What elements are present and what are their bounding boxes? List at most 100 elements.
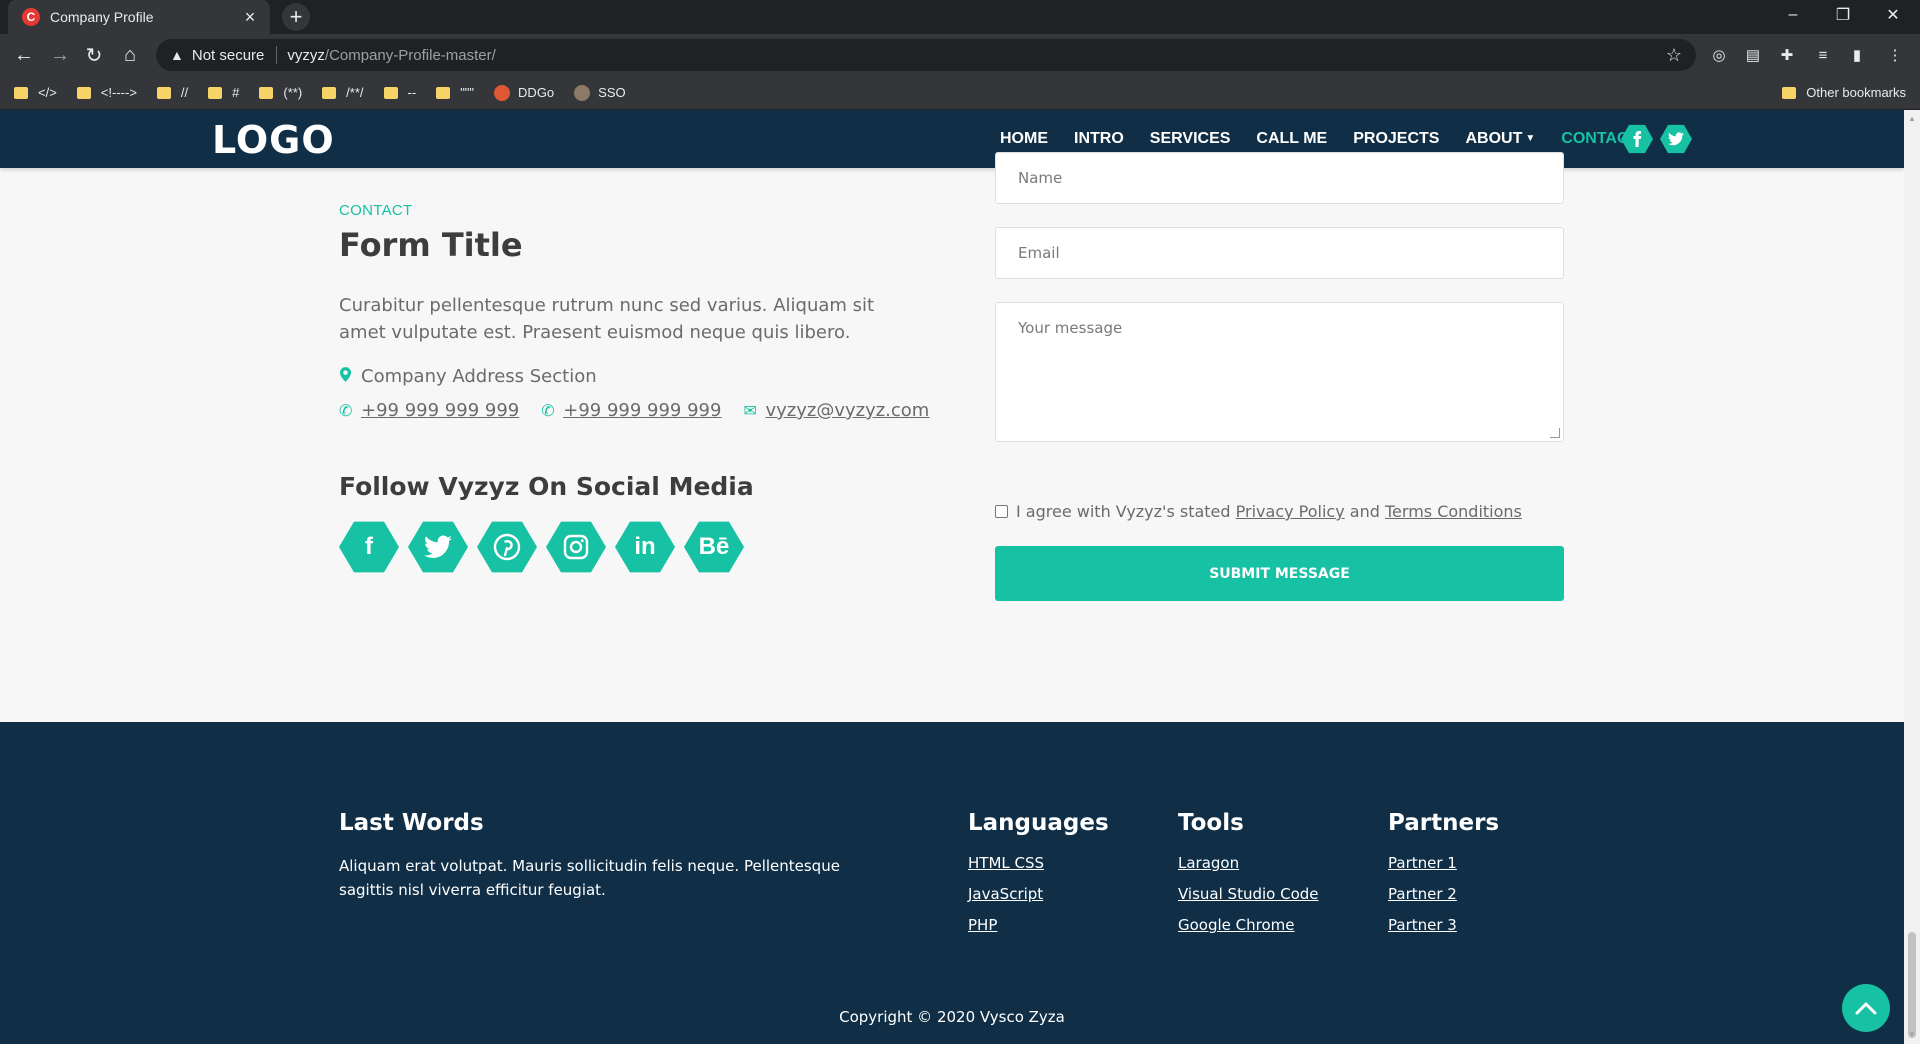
- agree-checkbox[interactable]: [995, 505, 1008, 518]
- phone-link-2[interactable]: +99 999 999 999: [563, 400, 721, 421]
- folder-icon: [208, 86, 223, 99]
- media-control-icon[interactable]: ≡: [1812, 44, 1834, 66]
- form-title: Form Title: [339, 226, 523, 264]
- nav-intro[interactable]: INTRO: [1074, 130, 1124, 148]
- message-placeholder: Your message: [1018, 319, 1123, 337]
- folder-icon: [1782, 86, 1797, 99]
- privacy-policy-link[interactable]: Privacy Policy: [1236, 502, 1345, 521]
- security-label[interactable]: Not secure: [192, 47, 265, 64]
- list-item: Partner 3: [1388, 916, 1457, 947]
- forward-icon[interactable]: →: [46, 41, 74, 69]
- footer-tools-list: Laragon Visual Studio Code Google Chrome: [1178, 854, 1319, 947]
- bookmark-item[interactable]: /**/: [322, 85, 364, 100]
- twitter-icon[interactable]: [408, 521, 468, 573]
- bookmark-item[interactable]: #: [208, 85, 239, 100]
- nav-home[interactable]: HOME: [1000, 130, 1048, 148]
- reload-icon[interactable]: ↻: [80, 41, 108, 69]
- footer-link[interactable]: Laragon: [1178, 854, 1239, 872]
- caret-down-icon: ▼: [1525, 133, 1536, 145]
- footer-link[interactable]: JavaScript: [968, 885, 1043, 903]
- pinterest-icon[interactable]: [477, 521, 537, 573]
- footer-link[interactable]: Partner 1: [1388, 854, 1457, 872]
- list-item: PHP: [968, 916, 1044, 947]
- back-to-top-button[interactable]: [1842, 984, 1890, 1032]
- copyright: Copyright © 2020 Vysco Zyza: [839, 1008, 1065, 1026]
- folder-icon: [436, 86, 451, 99]
- footer-link[interactable]: Partner 2: [1388, 885, 1457, 903]
- bookmark-star-icon[interactable]: ☆: [1666, 45, 1682, 66]
- home-icon[interactable]: ⌂: [116, 41, 144, 69]
- address-text: Company Address Section: [361, 366, 597, 387]
- envelope-icon: ✉: [743, 401, 757, 420]
- instagram-icon[interactable]: [546, 521, 606, 573]
- linkedin-icon[interactable]: in: [615, 521, 675, 573]
- bookmark-ddgo[interactable]: DDGo: [494, 84, 554, 101]
- list-item: Google Chrome: [1178, 916, 1319, 947]
- footer-link[interactable]: PHP: [968, 916, 997, 934]
- resize-grip-icon[interactable]: [1550, 428, 1560, 438]
- footer-link[interactable]: Visual Studio Code: [1178, 885, 1319, 903]
- name-field[interactable]: Name: [995, 152, 1564, 204]
- list-item: Visual Studio Code: [1178, 885, 1319, 916]
- list-item: Partner 1: [1388, 854, 1457, 885]
- new-tab-button[interactable]: +: [282, 3, 310, 31]
- list-item: HTML CSS: [968, 854, 1044, 885]
- email-field[interactable]: Email: [995, 227, 1564, 279]
- page-scrollbar[interactable]: ▲ ▼: [1904, 110, 1920, 1044]
- bookmark-item[interactable]: <!---->: [76, 85, 137, 100]
- footer-link[interactable]: Partner 3: [1388, 916, 1457, 934]
- scroll-down-icon[interactable]: ▼: [1908, 1030, 1916, 1039]
- twitter-icon[interactable]: [1660, 124, 1692, 154]
- close-tab-icon[interactable]: ×: [240, 7, 260, 28]
- nav-about[interactable]: ABOUT ▼: [1465, 130, 1535, 148]
- behance-icon[interactable]: Bē: [684, 521, 744, 573]
- restore-icon[interactable]: ❐: [1820, 0, 1866, 30]
- contact-links: ✆ +99 999 999 999 ✆ +99 999 999 999 ✉ vy…: [339, 400, 951, 421]
- bookmark-item[interactable]: //: [156, 85, 188, 100]
- other-bookmarks[interactable]: Other bookmarks: [1782, 85, 1906, 100]
- address-bar[interactable]: ▲ Not secure vyzyz /Company-Profile-mast…: [156, 39, 1696, 71]
- scroll-up-icon[interactable]: ▲: [1908, 114, 1916, 123]
- nav-call-me[interactable]: CALL ME: [1256, 130, 1327, 148]
- follow-title: Follow Vyzyz On Social Media: [339, 472, 754, 501]
- terms-conditions-link[interactable]: Terms Conditions: [1385, 502, 1522, 521]
- bookmark-item[interactable]: """: [436, 85, 474, 100]
- page-viewport: LOGO HOME INTRO SERVICES CALL ME PROJECT…: [0, 110, 1904, 1044]
- facebook-icon[interactable]: f: [339, 521, 399, 573]
- submit-button[interactable]: SUBMIT MESSAGE: [995, 546, 1564, 601]
- agree-and: and: [1349, 502, 1380, 521]
- extensions-puzzle-icon[interactable]: ✚: [1776, 44, 1798, 66]
- folder-icon: [14, 86, 28, 99]
- agree-row: I agree with Vyzyz's stated Privacy Poli…: [995, 502, 1522, 521]
- bookmark-item[interactable]: --: [383, 85, 416, 100]
- profile-icon[interactable]: ▮: [1846, 44, 1868, 66]
- chevron-up-icon: [1855, 1002, 1877, 1015]
- footer-link[interactable]: HTML CSS: [968, 854, 1044, 872]
- nav-services[interactable]: SERVICES: [1150, 130, 1231, 148]
- chrome-menu-icon[interactable]: ⋮: [1884, 44, 1906, 66]
- browser-tab[interactable]: C Company Profile ×: [8, 0, 270, 34]
- close-window-icon[interactable]: ✕: [1870, 0, 1916, 30]
- url-host: vyzyz: [287, 46, 325, 64]
- bookmark-item[interactable]: (**): [259, 85, 302, 100]
- message-field[interactable]: Your message: [995, 302, 1564, 442]
- duckduckgo-icon: [494, 84, 511, 101]
- footer-link[interactable]: Google Chrome: [1178, 916, 1295, 934]
- extension-glasses-icon[interactable]: ◎: [1708, 44, 1730, 66]
- scrollbar-thumb[interactable]: [1908, 932, 1916, 1038]
- site-navbar: LOGO HOME INTRO SERVICES CALL ME PROJECT…: [0, 110, 1904, 168]
- back-icon[interactable]: ←: [10, 41, 38, 69]
- section-eyebrow: CONTACT: [339, 202, 413, 219]
- minimize-icon[interactable]: –: [1770, 0, 1816, 30]
- bookmark-item[interactable]: </>: [14, 85, 57, 100]
- nav-projects[interactable]: PROJECTS: [1353, 130, 1439, 148]
- agree-text: I agree with Vyzyz's stated: [1016, 502, 1231, 521]
- phone-link-1[interactable]: +99 999 999 999: [361, 400, 519, 421]
- bookmark-sso[interactable]: SSO: [574, 84, 626, 101]
- extension-color-icon[interactable]: ▤: [1742, 44, 1764, 66]
- email-link[interactable]: vyzyz@vyzyz.com: [765, 400, 929, 421]
- site-footer: Last Words Aliquam erat volutpat. Mauris…: [0, 722, 1904, 1044]
- site-logo[interactable]: LOGO: [212, 118, 335, 162]
- footer-partners-list: Partner 1 Partner 2 Partner 3: [1388, 854, 1457, 947]
- warning-icon[interactable]: ▲: [170, 47, 184, 63]
